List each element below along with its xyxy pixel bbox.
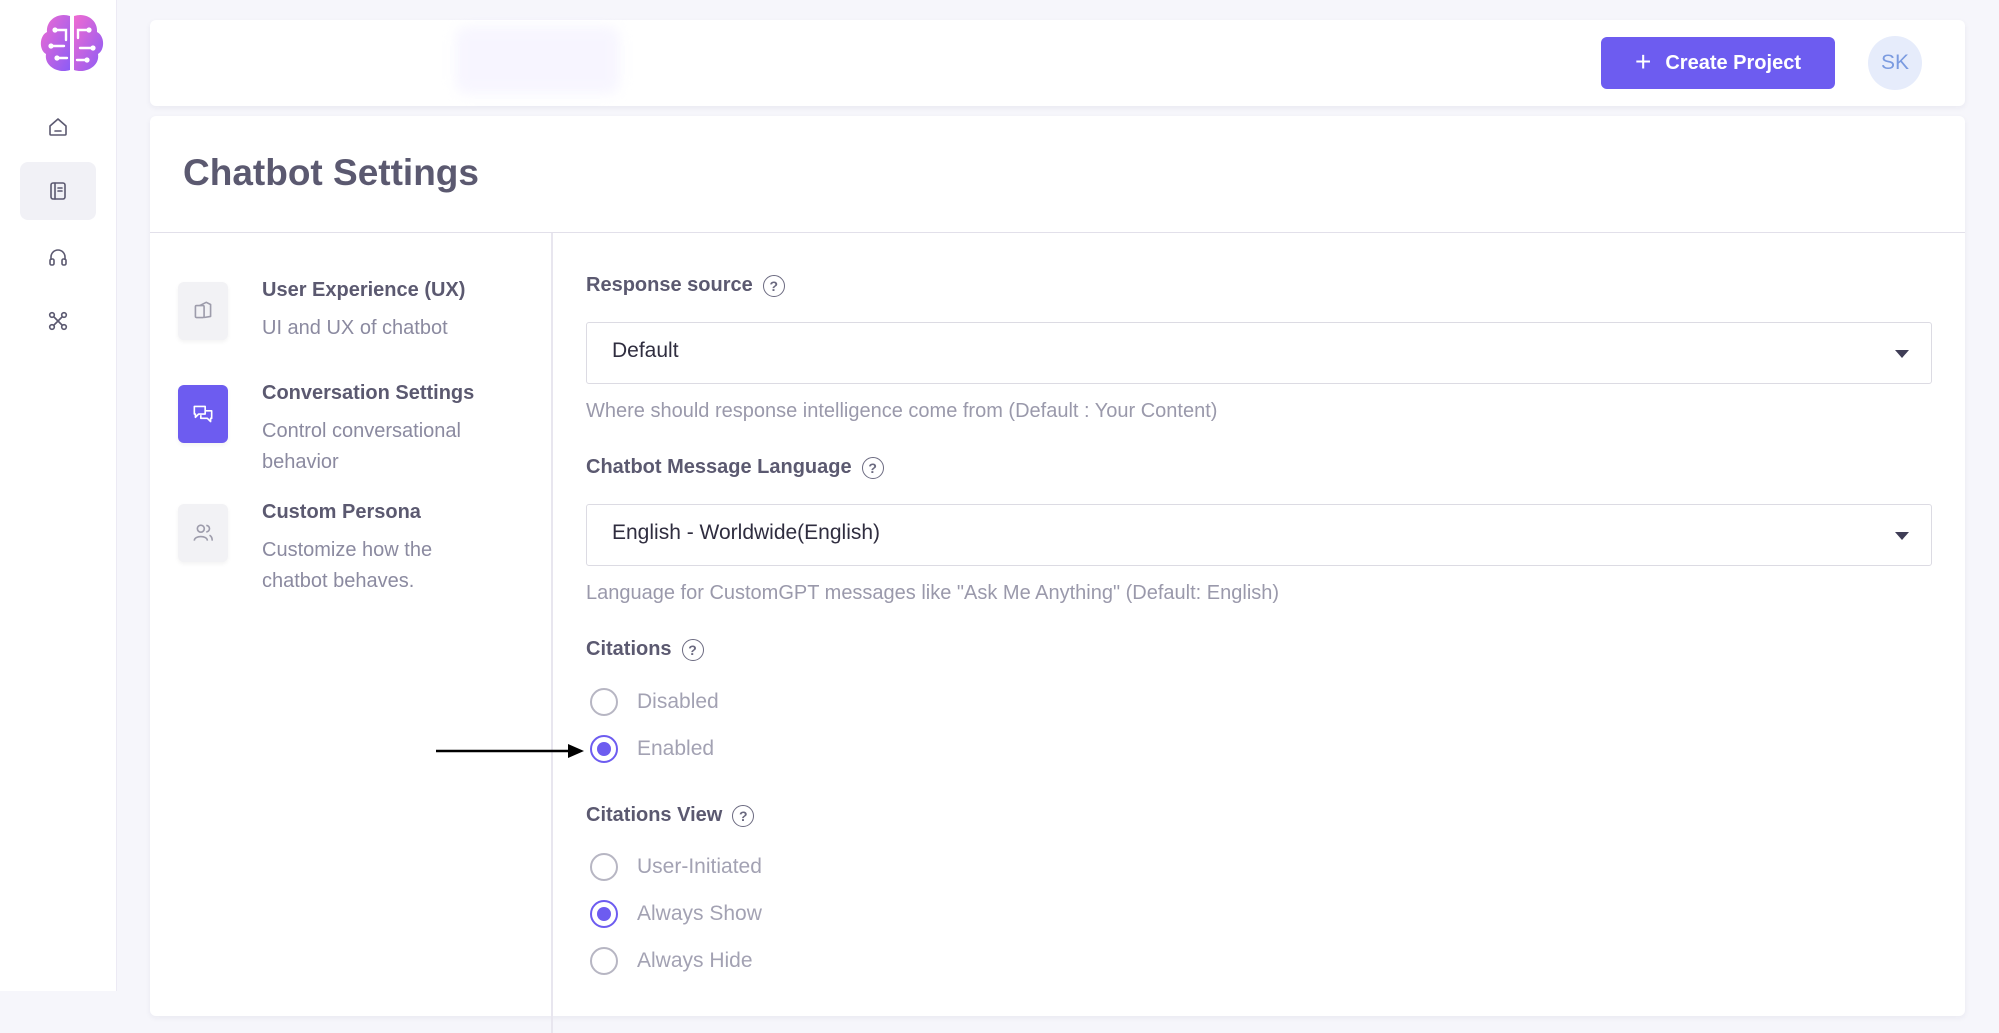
projects-nav-button[interactable] [20, 162, 96, 220]
user-avatar[interactable]: SK [1868, 36, 1922, 90]
radio-label: Always Hide [637, 949, 753, 972]
settings-nav-description: Customize how the chatbot behaves. [262, 539, 433, 592]
radio-label: Disabled [637, 690, 719, 713]
title-divider [150, 232, 1965, 233]
book-icon [50, 182, 66, 200]
response-source-value: Default [612, 339, 679, 362]
citations-label-text: Citations [586, 638, 672, 660]
support-nav-button[interactable] [20, 228, 96, 286]
blurred-highlight [455, 26, 620, 94]
radio-button[interactable] [590, 947, 618, 975]
create-project-button[interactable]: + Create Project [1601, 37, 1835, 89]
settings-nav-description: Control conversational behavior [262, 420, 461, 473]
settings-card: Chatbot Settings User Experience (UX) UI… [150, 116, 1965, 1033]
citations-view-option-user-initiated[interactable]: User-Initiated [590, 853, 762, 881]
response-source-label: Response source ? [586, 274, 785, 297]
radio-button-selected[interactable] [590, 735, 618, 763]
integrations-nav-button[interactable] [20, 292, 96, 350]
citations-option-disabled[interactable]: Disabled [590, 688, 719, 716]
response-source-hint: Where should response intelligence come … [586, 400, 1218, 422]
language-select[interactable]: English - Worldwide(English) [586, 504, 1932, 566]
settings-nav-title: Conversation Settings [262, 382, 475, 404]
language-label: Chatbot Message Language ? [586, 456, 884, 479]
citations-option-enabled[interactable]: Enabled [590, 735, 714, 763]
citations-label: Citations ? [586, 638, 704, 661]
settings-nav-description: UI and UX of chatbot [262, 317, 448, 339]
settings-nav-persona[interactable]: Custom Persona Customize how the chatbot… [178, 501, 448, 604]
users-icon [178, 504, 228, 562]
brain-logo-icon[interactable] [36, 10, 108, 78]
settings-nav-ux[interactable]: User Experience (UX) UI and UX of chatbo… [178, 279, 465, 362]
help-icon[interactable]: ? [861, 456, 884, 479]
response-source-label-text: Response source [586, 274, 753, 296]
help-icon[interactable]: ? [732, 804, 755, 827]
home-icon [49, 118, 67, 136]
home-nav-button[interactable] [20, 98, 96, 156]
radio-button[interactable] [590, 688, 618, 716]
column-divider [551, 233, 553, 1033]
caret-down-icon [1895, 532, 1909, 540]
radio-button-selected[interactable] [590, 900, 618, 928]
radio-label: User-Initiated [637, 855, 762, 878]
radio-label: Always Show [637, 902, 762, 925]
chat-icon [178, 385, 228, 443]
headphones-icon [49, 249, 67, 266]
layout-icon [178, 282, 228, 340]
language-hint: Language for CustomGPT messages like "As… [586, 582, 1280, 604]
annotation-arrow-icon [436, 744, 584, 758]
page-title: Chatbot Settings [183, 152, 479, 193]
radio-label: Enabled [637, 737, 715, 760]
language-value: English - Worldwide(English) [612, 521, 881, 544]
citations-view-label-text: Citations View [586, 804, 723, 826]
language-label-text: Chatbot Message Language [586, 456, 852, 478]
radio-button[interactable] [590, 853, 618, 881]
response-source-select[interactable]: Default [586, 322, 1932, 384]
citations-view-label: Citations View ? [586, 804, 755, 827]
citations-view-option-always-show[interactable]: Always Show [590, 900, 762, 928]
caret-down-icon [1895, 350, 1909, 358]
settings-nav-title: User Experience (UX) [262, 279, 466, 301]
citations-view-option-always-hide[interactable]: Always Hide [590, 947, 753, 975]
help-icon[interactable]: ? [762, 274, 785, 297]
app-sidebar [0, 0, 117, 991]
settings-nav-conversation[interactable]: Conversation Settings Control conversati… [178, 382, 474, 485]
settings-nav-title: Custom Persona [262, 501, 421, 523]
create-project-label: Create Project [1665, 51, 1801, 74]
top-bar: + Create Project SK [150, 20, 1965, 106]
help-icon[interactable]: ? [681, 638, 704, 661]
network-icon [48, 311, 68, 331]
plus-icon: + [1635, 45, 1652, 77]
